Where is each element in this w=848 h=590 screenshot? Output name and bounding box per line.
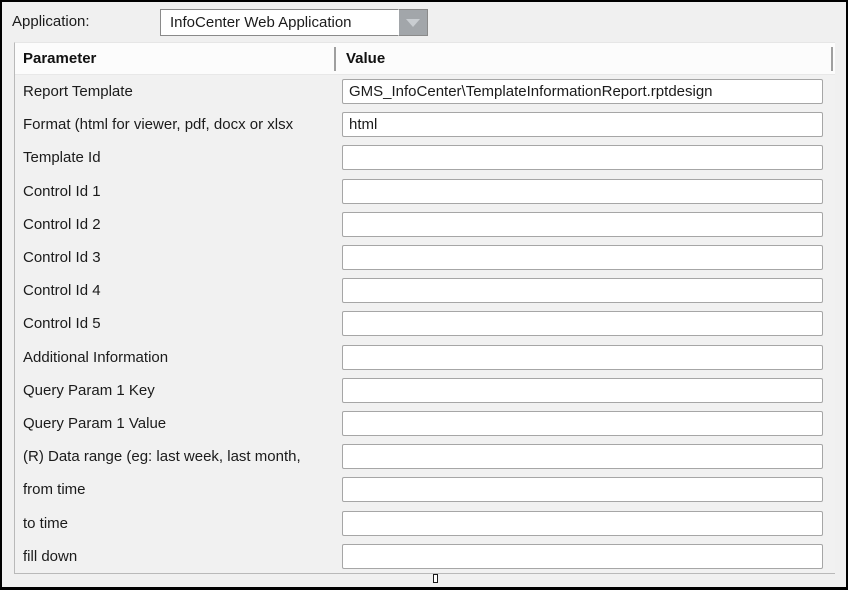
- parameter-label: fill down: [15, 548, 342, 565]
- parameter-label: to time: [15, 515, 342, 532]
- value-input[interactable]: [342, 411, 823, 436]
- table-row: (R) Data range (eg: last week, last mont…: [15, 440, 835, 473]
- parameter-label: Format (html for viewer, pdf, docx or xl…: [15, 116, 342, 133]
- parameter-label: Report Template: [15, 83, 342, 100]
- parameter-label: Additional Information: [15, 349, 342, 366]
- dropdown-button[interactable]: [398, 9, 428, 36]
- table-row: Control Id 3: [15, 241, 835, 274]
- parameter-label: Control Id 1: [15, 183, 342, 200]
- application-dropdown[interactable]: InfoCenter Web Application: [160, 9, 428, 36]
- value-input[interactable]: [342, 345, 823, 370]
- parameter-table: Parameter Value Report Template Format (…: [14, 42, 835, 574]
- table-row: Control Id 1: [15, 175, 835, 208]
- parameter-label: Query Param 1 Value: [15, 415, 342, 432]
- table-body: Report Template Format (html for viewer,…: [15, 75, 835, 573]
- table-row: Control Id 4: [15, 274, 835, 307]
- parameter-label: Query Param 1 Key: [15, 382, 342, 399]
- column-separator[interactable]: [334, 47, 336, 71]
- table-row: Template Id: [15, 141, 835, 174]
- parameter-label: Control Id 4: [15, 282, 342, 299]
- table-row: Control Id 2: [15, 208, 835, 241]
- value-input[interactable]: [342, 145, 823, 170]
- table-row: to time: [15, 506, 835, 539]
- column-separator[interactable]: [831, 47, 833, 71]
- parameter-label: (R) Data range (eg: last week, last mont…: [15, 448, 342, 465]
- value-input[interactable]: [342, 511, 823, 536]
- parameter-label: Template Id: [15, 149, 342, 166]
- table-row: Format (html for viewer, pdf, docx or xl…: [15, 108, 835, 141]
- value-input[interactable]: [342, 278, 823, 303]
- application-window: Application: InfoCenter Web Application …: [0, 0, 848, 590]
- value-input[interactable]: [342, 544, 823, 569]
- parameter-label: Control Id 2: [15, 216, 342, 233]
- value-input[interactable]: [342, 378, 823, 403]
- header-value: Value: [346, 43, 385, 75]
- value-input[interactable]: [342, 112, 823, 137]
- table-header: Parameter Value: [15, 43, 835, 75]
- application-label: Application:: [12, 13, 90, 30]
- table-row: Additional Information: [15, 341, 835, 374]
- application-dropdown-value[interactable]: InfoCenter Web Application: [160, 9, 398, 36]
- parameter-label: Control Id 3: [15, 249, 342, 266]
- chevron-down-icon: [406, 19, 420, 27]
- parameter-label: from time: [15, 481, 342, 498]
- value-input[interactable]: [342, 311, 823, 336]
- splitter-handle[interactable]: [433, 574, 438, 583]
- value-input[interactable]: [342, 245, 823, 270]
- table-row: fill down: [15, 540, 835, 573]
- table-row: Report Template: [15, 75, 835, 108]
- value-input[interactable]: [342, 477, 823, 502]
- value-input[interactable]: [342, 212, 823, 237]
- value-input[interactable]: [342, 79, 823, 104]
- parameter-label: Control Id 5: [15, 315, 342, 332]
- header-parameter: Parameter: [23, 43, 96, 75]
- value-input[interactable]: [342, 179, 823, 204]
- table-row: from time: [15, 473, 835, 506]
- table-row: Query Param 1 Key: [15, 374, 835, 407]
- value-input[interactable]: [342, 444, 823, 469]
- table-row: Query Param 1 Value: [15, 407, 835, 440]
- table-row: Control Id 5: [15, 307, 835, 340]
